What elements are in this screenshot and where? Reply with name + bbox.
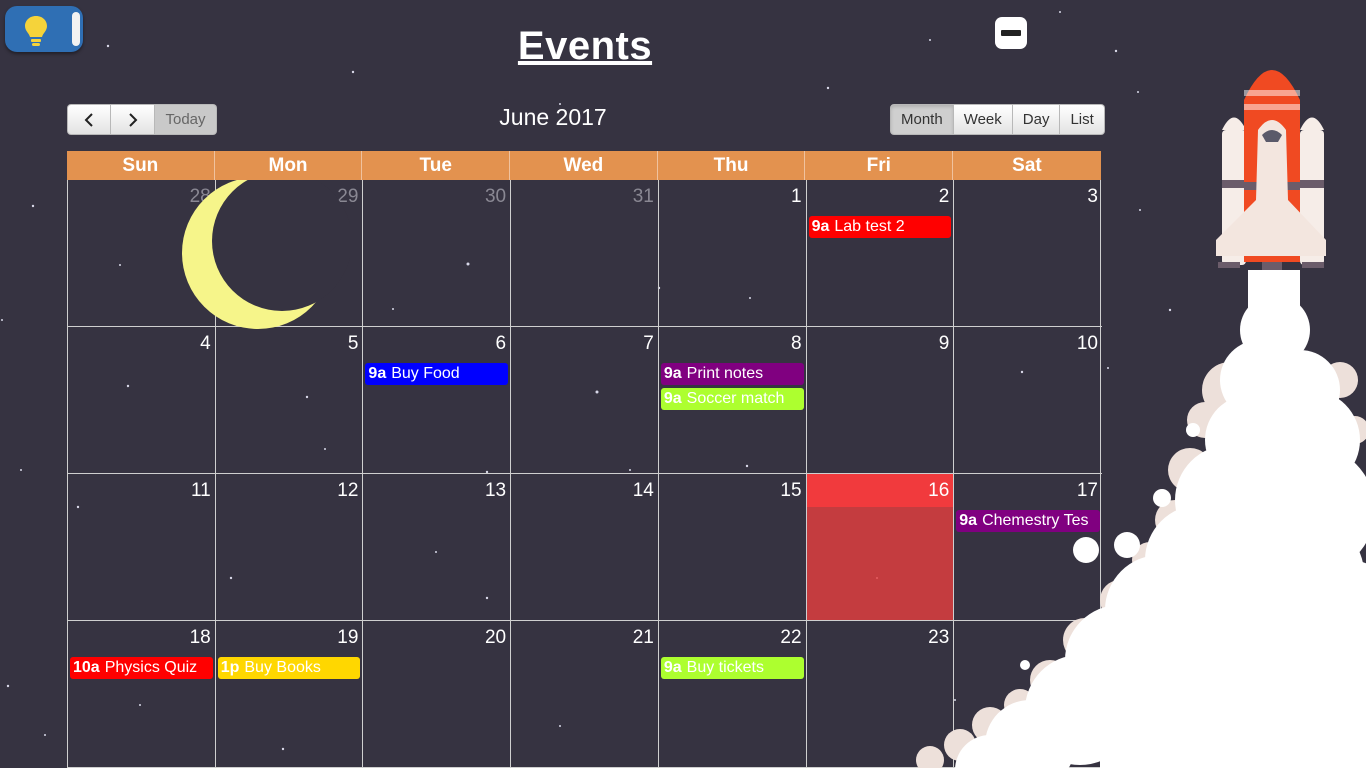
- view-day-button[interactable]: Day: [1012, 104, 1061, 135]
- day-cell[interactable]: 21: [511, 621, 659, 768]
- event-title: Lab test 2: [834, 218, 905, 235]
- day-cell[interactable]: 11: [68, 474, 216, 621]
- event-time: 9a: [811, 218, 830, 235]
- event-title: Buy Books: [244, 659, 321, 676]
- day-cell-today[interactable]: 16: [806, 474, 955, 621]
- day-cell[interactable]: 23: [806, 621, 955, 768]
- day-number[interactable]: 14: [633, 480, 654, 502]
- day-number[interactable]: 7: [643, 333, 654, 355]
- day-cell[interactable]: 7: [511, 327, 659, 474]
- weekday-label: Mon: [215, 151, 363, 180]
- day-number[interactable]: 18: [190, 627, 211, 649]
- event-time: 9a: [663, 365, 682, 382]
- day-cell[interactable]: 9: [806, 327, 955, 474]
- day-number[interactable]: 2: [939, 186, 950, 208]
- day-number[interactable]: 28: [190, 186, 211, 208]
- view-month-button[interactable]: Month: [890, 104, 954, 135]
- day-cell[interactable]: 10: [954, 327, 1102, 474]
- event-time: 9a: [959, 512, 978, 529]
- weekday-header: Sun Mon Tue Wed Thu Fri Sat: [67, 151, 1101, 180]
- day-number[interactable]: 30: [485, 186, 506, 208]
- calendar-event[interactable]: 9a Print notes: [660, 363, 804, 385]
- day-cell[interactable]: 1: [658, 180, 807, 327]
- day-number[interactable]: 11: [191, 480, 211, 502]
- day-number[interactable]: 29: [337, 186, 358, 208]
- day-number[interactable]: 8: [791, 333, 802, 355]
- weekday-label: Fri: [805, 151, 954, 180]
- day-cell[interactable]: 29: [215, 180, 364, 327]
- event-title: Chemestry Tes: [982, 512, 1089, 529]
- day-cell[interactable]: 14: [511, 474, 659, 621]
- day-number[interactable]: 3: [1087, 186, 1098, 208]
- day-number[interactable]: 31: [633, 186, 654, 208]
- day-number[interactable]: 17: [1077, 480, 1098, 502]
- calendar-event[interactable]: 9a Buy tickets: [660, 657, 804, 679]
- minimize-button[interactable]: [995, 17, 1027, 49]
- calendar-event[interactable]: 9a Buy Food: [365, 363, 509, 385]
- calendar-event[interactable]: 1p Buy Books: [217, 657, 361, 679]
- day-number[interactable]: 13: [485, 480, 506, 502]
- day-cell[interactable]: 13: [363, 474, 512, 621]
- day-number[interactable]: 20: [485, 627, 506, 649]
- day-cell[interactable]: 4: [68, 327, 216, 474]
- event-title: Print notes: [686, 365, 764, 382]
- calendar-event[interactable]: 9a Soccer match: [660, 388, 804, 410]
- day-number[interactable]: 9: [939, 333, 950, 355]
- day-number[interactable]: 19: [337, 627, 358, 649]
- day-cell[interactable]: 18 10a Physics Quiz: [68, 621, 216, 768]
- weekday-label: Thu: [658, 151, 806, 180]
- day-number[interactable]: 15: [780, 480, 801, 502]
- weekday-label: Wed: [510, 151, 658, 180]
- event-title: Buy tickets: [686, 659, 764, 676]
- day-number[interactable]: 6: [496, 333, 507, 355]
- day-cell[interactable]: 2 9a Lab test 2: [806, 180, 955, 327]
- day-number[interactable]: 4: [200, 333, 211, 355]
- weekday-label: Tue: [362, 151, 511, 180]
- day-number[interactable]: 10: [1077, 333, 1098, 355]
- day-cell[interactable]: 5: [215, 327, 364, 474]
- day-grid: 28 29 30 31 1 2 9a Lab test 2 3 4 5 6 9a Buy Food 7 8 9a…: [67, 180, 1102, 768]
- day-cell[interactable]: 31: [511, 180, 659, 327]
- view-list-button[interactable]: List: [1060, 104, 1105, 135]
- day-number[interactable]: 23: [928, 627, 949, 649]
- day-cell[interactable]: 28: [68, 180, 216, 327]
- day-cell[interactable]: 12: [215, 474, 364, 621]
- event-time: 9a: [663, 659, 682, 676]
- day-cell[interactable]: 17 9a Chemestry Tes: [954, 474, 1102, 621]
- day-cell[interactable]: 8 9a Print notes 9a Soccer match: [658, 327, 807, 474]
- day-cell[interactable]: 30: [363, 180, 512, 327]
- day-number[interactable]: 12: [337, 480, 358, 502]
- day-number[interactable]: 1: [791, 186, 802, 208]
- view-switcher: Month Week Day List: [890, 104, 1105, 135]
- event-title: Buy Food: [391, 365, 460, 382]
- day-number[interactable]: 22: [780, 627, 801, 649]
- event-title: Physics Quiz: [104, 659, 198, 676]
- day-cell[interactable]: 6 9a Buy Food: [363, 327, 512, 474]
- calendar-event[interactable]: 9a Lab test 2: [808, 216, 952, 238]
- day-cell[interactable]: 20: [363, 621, 512, 768]
- day-cell[interactable]: 24: [954, 621, 1102, 768]
- event-title: Soccer match: [686, 390, 785, 407]
- calendar-event[interactable]: 9a Chemestry Tes: [956, 510, 1100, 532]
- day-cell[interactable]: 3: [954, 180, 1102, 327]
- event-time: 9a: [663, 390, 682, 407]
- event-time: 1p: [220, 659, 240, 676]
- event-time: 9a: [368, 365, 387, 382]
- minus-icon: [1001, 30, 1021, 36]
- day-number[interactable]: 24: [1077, 627, 1098, 649]
- day-number[interactable]: 5: [348, 333, 359, 355]
- day-cell[interactable]: 15: [658, 474, 807, 621]
- calendar-event[interactable]: 10a Physics Quiz: [70, 657, 213, 679]
- day-number[interactable]: 21: [633, 627, 654, 649]
- day-cell[interactable]: 19 1p Buy Books: [215, 621, 364, 768]
- weekday-label: Sat: [1012, 155, 1042, 176]
- view-week-button[interactable]: Week: [953, 104, 1013, 135]
- weekday-label: Sun: [67, 151, 215, 180]
- day-cell[interactable]: 22 9a Buy tickets: [658, 621, 807, 768]
- month-calendar: Sun Mon Tue Wed Thu Fri Sat 28 29 30 31 1 2 9a…: [67, 151, 1102, 768]
- day-number[interactable]: 16: [928, 480, 949, 502]
- event-time: 10a: [73, 659, 100, 676]
